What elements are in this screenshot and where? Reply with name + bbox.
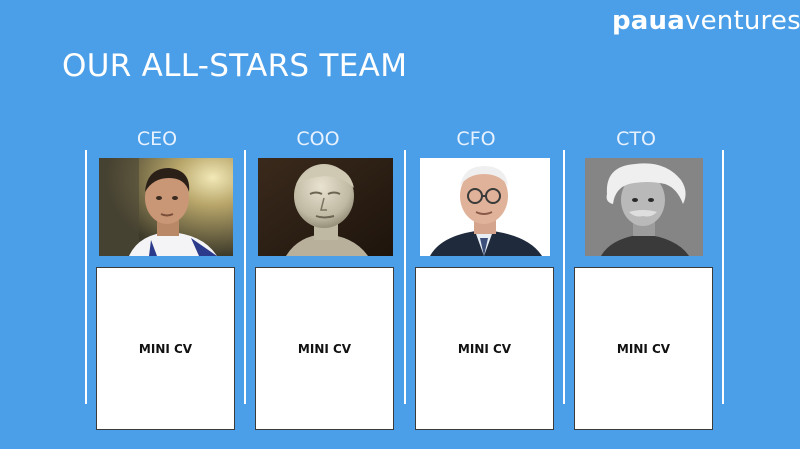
column-divider xyxy=(563,150,565,404)
mini-cv-box-coo: MINI CV xyxy=(255,267,394,430)
mini-cv-label: MINI CV xyxy=(457,341,512,356)
mini-cv-label: MINI CV xyxy=(138,341,193,356)
role-label-ceo: CEO xyxy=(136,128,178,150)
coo-photo xyxy=(258,158,393,256)
column-divider xyxy=(244,150,246,404)
cfo-photo xyxy=(420,158,550,256)
mini-cv-label: MINI CV xyxy=(616,341,671,356)
paua-ventures-logo: pauaventures xyxy=(612,6,800,36)
role-label-coo: COO xyxy=(296,128,340,150)
mini-cv-label: MINI CV xyxy=(297,341,352,356)
ceo-photo xyxy=(99,158,233,256)
logo-light-part: ventures xyxy=(685,6,800,36)
mini-cv-box-cto: MINI CV xyxy=(574,267,713,430)
mini-cv-box-ceo: MINI CV xyxy=(96,267,235,430)
column-divider xyxy=(722,150,724,404)
role-label-cfo: CFO xyxy=(456,128,496,150)
column-divider xyxy=(404,150,406,404)
role-label-cto: CTO xyxy=(616,128,656,150)
slide-title: OUR ALL-STARS TEAM xyxy=(62,48,408,84)
cto-photo xyxy=(585,158,703,256)
mini-cv-box-cfo: MINI CV xyxy=(415,267,554,430)
column-divider xyxy=(85,150,87,404)
logo-bold-part: paua xyxy=(612,6,686,36)
slide: pauaventures OUR ALL-STARS TEAM CEO COO … xyxy=(0,0,800,449)
